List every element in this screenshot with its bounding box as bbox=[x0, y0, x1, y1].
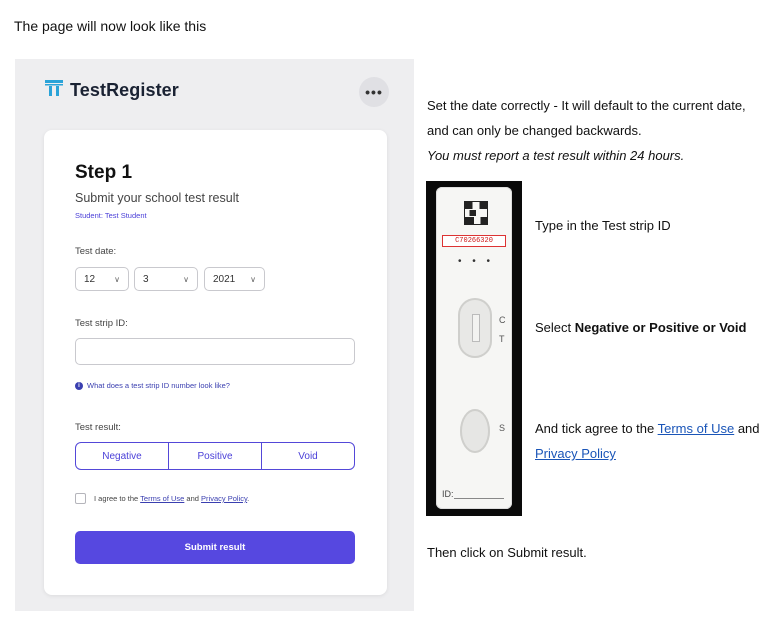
terms-link[interactable]: Terms of Use bbox=[140, 494, 184, 503]
more-options-button[interactable]: ••• bbox=[359, 77, 389, 107]
month-value: 3 bbox=[143, 273, 149, 285]
student-name: Student: Test Student bbox=[75, 211, 147, 220]
day-select[interactable]: 12 ∨ bbox=[75, 267, 129, 291]
submit-result-button[interactable]: Submit result bbox=[75, 531, 355, 564]
date-note: You must report a test result within 24 … bbox=[427, 148, 685, 163]
date-instruction: Set the date correctly - It will default… bbox=[427, 98, 746, 163]
test-strip: C70266320 • • • C T S ID: bbox=[436, 187, 512, 509]
testregister-logo-icon bbox=[44, 79, 64, 102]
strip-id-help[interactable]: i What does a test strip ID number look … bbox=[75, 381, 230, 390]
test-result-selector: Negative Positive Void bbox=[75, 442, 355, 470]
control-label: C bbox=[499, 315, 506, 325]
strip-id-caption: Type in the Test strip ID bbox=[535, 218, 671, 233]
void-option[interactable]: Void bbox=[262, 443, 354, 469]
test-label: T bbox=[499, 334, 505, 344]
test-strip-photo: C70266320 • • • C T S ID: bbox=[426, 181, 522, 516]
terms-of-use-link[interactable]: Terms of Use bbox=[658, 421, 735, 436]
sample-well bbox=[460, 409, 490, 453]
intro-text: The page will now look like this bbox=[14, 18, 207, 34]
strip-id-label: ID: bbox=[442, 489, 454, 499]
agree-caption: And tick agree to the Terms of Use and P… bbox=[535, 421, 760, 461]
strip-id-number: C70266320 bbox=[442, 235, 506, 247]
agree-text: I agree to the Terms of Use and Privacy … bbox=[94, 494, 250, 503]
test-strip-input[interactable] bbox=[75, 338, 355, 365]
agree-row: I agree to the Terms of Use and Privacy … bbox=[75, 493, 249, 504]
negative-option[interactable]: Negative bbox=[76, 443, 169, 469]
result-window bbox=[458, 298, 492, 358]
chevron-down-icon: ∨ bbox=[114, 274, 120, 284]
agree-checkbox[interactable] bbox=[75, 493, 86, 504]
test-result-label: Test result: bbox=[75, 422, 121, 433]
month-select[interactable]: 3 ∨ bbox=[134, 267, 198, 291]
positive-option[interactable]: Positive bbox=[169, 443, 262, 469]
sample-label: S bbox=[499, 423, 506, 433]
qr-code-icon bbox=[464, 201, 488, 225]
day-value: 12 bbox=[84, 273, 96, 285]
brand-name: TestRegister bbox=[70, 80, 179, 100]
year-select[interactable]: 2021 ∨ bbox=[204, 267, 265, 291]
strip-id-line bbox=[454, 498, 504, 499]
chevron-down-icon: ∨ bbox=[183, 274, 189, 284]
step-title: Step 1 bbox=[75, 162, 133, 183]
test-date-label: Test date: bbox=[75, 246, 117, 257]
brand: TestRegister bbox=[44, 79, 179, 102]
chevron-down-icon: ∨ bbox=[250, 274, 256, 284]
ellipsis-icon: ••• bbox=[365, 84, 383, 100]
select-caption: Select Negative or Positive or Void bbox=[535, 320, 747, 335]
info-icon: i bbox=[75, 381, 83, 390]
strip-id-help-link[interactable]: What does a test strip ID number look li… bbox=[87, 381, 230, 390]
year-value: 2021 bbox=[213, 273, 236, 285]
app-screenshot: TestRegister ••• Step 1 Submit your scho… bbox=[15, 59, 414, 611]
privacy-policy-link[interactable]: Privacy Policy bbox=[535, 446, 616, 461]
test-strip-label: Test strip ID: bbox=[75, 318, 128, 329]
step-subtitle: Submit your school test result bbox=[75, 191, 239, 205]
privacy-link[interactable]: Privacy Policy bbox=[201, 494, 247, 503]
strip-dots: • • • bbox=[458, 256, 495, 267]
final-instruction: Then click on Submit result. bbox=[427, 545, 587, 560]
form-card: Step 1 Submit your school test result St… bbox=[44, 130, 387, 595]
